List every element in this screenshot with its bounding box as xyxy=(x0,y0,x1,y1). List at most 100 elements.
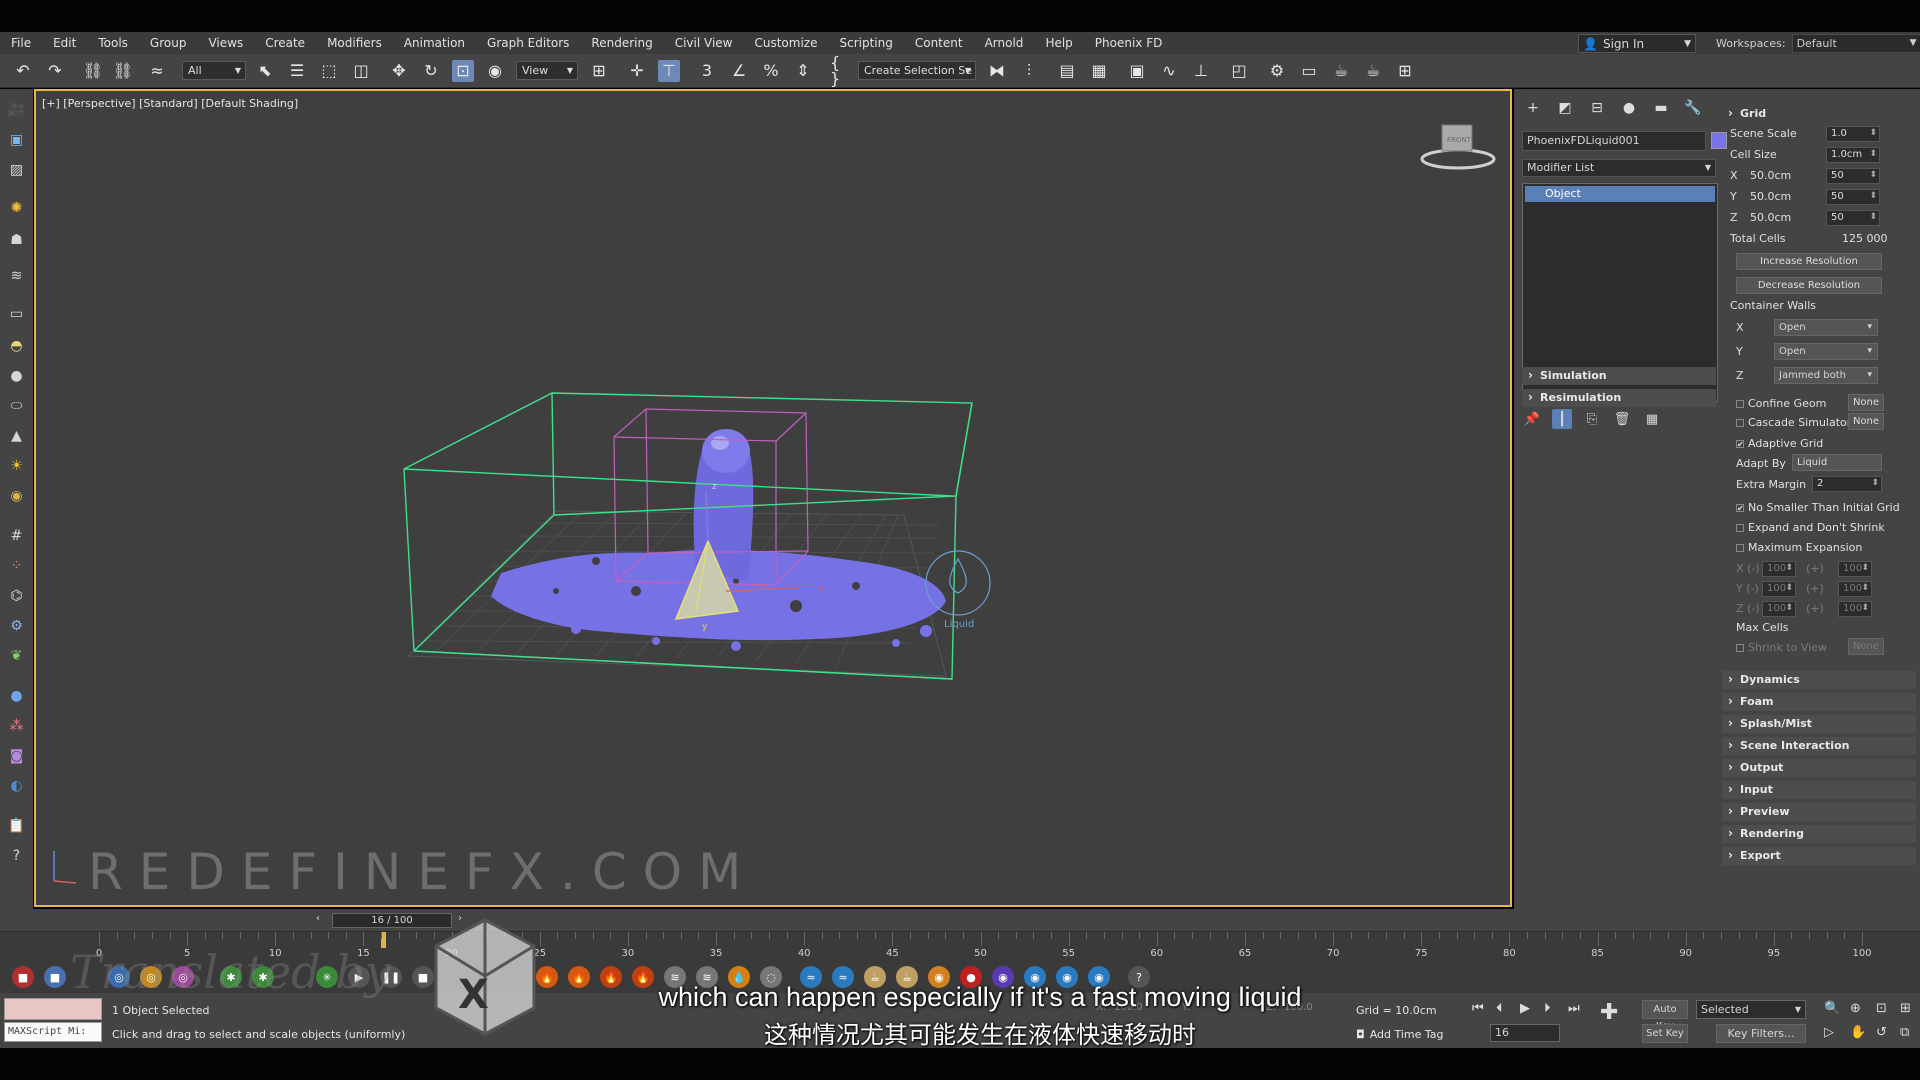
sign-in-button[interactable]: 👤 Sign In ▼ xyxy=(1578,34,1696,53)
curve-editor-icon[interactable]: ∿ xyxy=(1158,60,1180,82)
angle-snap-icon[interactable]: ∠ xyxy=(728,60,750,82)
percent-snap-icon[interactable]: % xyxy=(760,60,782,82)
schematic-view-icon[interactable]: ⊥ xyxy=(1190,60,1212,82)
scene-explorer-icon[interactable]: ▤ xyxy=(1056,60,1078,82)
exp-x-plus-spinner[interactable]: 100 xyxy=(1838,561,1872,577)
workspace-dropdown[interactable]: Default ▼ xyxy=(1791,34,1920,53)
cascade-simulator-checkbox[interactable]: Cascade Simulator xyxy=(1736,416,1851,429)
modifier-list-dropdown[interactable]: Modifier List ▼ xyxy=(1522,159,1716,177)
rollout-input[interactable]: Input xyxy=(1722,780,1916,799)
menu-content[interactable]: Content xyxy=(904,32,974,54)
menu-views[interactable]: Views xyxy=(197,32,254,54)
increase-resolution-button[interactable]: Increase Resolution xyxy=(1736,253,1882,270)
exp-z-plus-spinner[interactable]: 100 xyxy=(1838,601,1872,617)
dome-light-icon[interactable]: ◉ xyxy=(6,485,27,506)
menu-phoenix-fd[interactable]: Phoenix FD xyxy=(1084,32,1174,54)
rectangular-selection-icon[interactable]: ⬚ xyxy=(318,60,340,82)
extra-margin-spinner[interactable]: 2 xyxy=(1812,476,1882,492)
menu-tools[interactable]: Tools xyxy=(87,32,139,54)
redo-icon[interactable]: ↷ xyxy=(44,60,66,82)
exp-y-plus-spinner[interactable]: 100 xyxy=(1838,581,1872,597)
render-arnold-icon[interactable]: ⊞ xyxy=(1394,60,1416,82)
edit-named-selection-icon[interactable]: { } xyxy=(830,55,852,87)
snaps-toggle-icon[interactable]: 3 xyxy=(696,60,718,82)
menu-animation[interactable]: Animation xyxy=(393,32,476,54)
shrink-to-view-checkbox[interactable]: Shrink to View xyxy=(1736,641,1827,654)
adapt-by-button[interactable]: Liquid xyxy=(1792,454,1882,471)
menu-group[interactable]: Group xyxy=(139,32,198,54)
layer-explorer-icon[interactable]: ▦ xyxy=(1088,60,1110,82)
wall-y-dropdown[interactable]: Open xyxy=(1774,343,1878,360)
rollout-preview[interactable]: Preview xyxy=(1722,802,1916,821)
ribbon-icon[interactable]: ▣ xyxy=(1126,60,1148,82)
confine-geom-button[interactable]: None xyxy=(1848,394,1884,411)
scale-icon[interactable]: ⊡ xyxy=(452,60,474,82)
rotate-icon[interactable]: ↻ xyxy=(420,60,442,82)
material-sphere-icon[interactable]: ● xyxy=(6,685,27,706)
rendered-frame-window-icon[interactable]: ▭ xyxy=(1298,60,1320,82)
object-name-field[interactable]: PhoenixFDLiquid001 xyxy=(1522,131,1706,151)
confine-geom-checkbox[interactable]: Confine Geom xyxy=(1736,397,1826,410)
render-iterative-icon[interactable]: ☕ xyxy=(1362,60,1384,82)
env-icon[interactable]: ◐ xyxy=(6,775,27,796)
move-icon[interactable]: ✥ xyxy=(388,60,410,82)
material-editor-icon[interactable]: ◰ xyxy=(1228,60,1250,82)
particles-icon[interactable]: ⁘ xyxy=(6,555,27,576)
pivot-center-icon[interactable]: ⊞ xyxy=(588,60,610,82)
prev-frame-icon[interactable]: ‹ xyxy=(316,913,320,924)
rollout-foam[interactable]: Foam xyxy=(1722,692,1916,711)
make-unique-icon[interactable]: ⎘ xyxy=(1582,409,1602,429)
render-production-icon[interactable]: ☕ xyxy=(1330,60,1352,82)
exp-x-minus-spinner[interactable]: 100 xyxy=(1762,561,1796,577)
decrease-resolution-button[interactable]: Decrease Resolution xyxy=(1736,277,1882,294)
rollout-export[interactable]: Export xyxy=(1722,846,1916,865)
window-crossing-icon[interactable]: ◫ xyxy=(350,60,372,82)
exp-z-minus-spinner[interactable]: 100 xyxy=(1762,601,1796,617)
rollout-output[interactable]: Output xyxy=(1722,758,1916,777)
menu-rendering[interactable]: Rendering xyxy=(580,32,663,54)
menu-file[interactable]: File xyxy=(0,32,42,54)
reference-coordinate-dropdown[interactable]: View ▼ xyxy=(516,61,578,80)
align-icon[interactable]: ⫶ xyxy=(1018,60,1040,82)
spinner-snap-icon[interactable]: ⇕ xyxy=(792,60,814,82)
sun-icon[interactable]: ☀ xyxy=(6,455,27,476)
adaptive-grid-checkbox[interactable]: ✔ Adaptive Grid xyxy=(1736,437,1823,450)
wall-x-dropdown[interactable]: Open xyxy=(1774,319,1878,336)
exp-y-minus-spinner[interactable]: 100 xyxy=(1762,581,1796,597)
spacewarp-icon[interactable]: ≋ xyxy=(6,265,27,286)
viewcube[interactable]: FRONT xyxy=(1416,119,1500,178)
rollout-simulation[interactable]: Simulation xyxy=(1522,366,1716,385)
cell-size-spinner[interactable]: 1.0cm xyxy=(1826,147,1880,163)
menu-help[interactable]: Help xyxy=(1034,32,1083,54)
menu-scripting[interactable]: Scripting xyxy=(828,32,903,54)
wall-z-dropdown[interactable]: Jammed both xyxy=(1774,367,1878,384)
material-multi-icon[interactable]: ⁂ xyxy=(6,715,27,736)
unlink-icon[interactable]: ⛓ xyxy=(112,60,134,82)
undo-icon[interactable]: ↶ xyxy=(12,60,34,82)
scene-scale-spinner[interactable]: 1.0 xyxy=(1826,126,1880,142)
help-icon[interactable]: ? xyxy=(6,845,27,866)
link-icon[interactable]: ⛓ xyxy=(82,60,104,82)
plane-icon[interactable]: ▭ xyxy=(6,303,27,324)
remove-modifier-icon[interactable]: 🗑 xyxy=(1612,409,1632,429)
maximum-expansion-checkbox[interactable]: Maximum Expansion xyxy=(1736,541,1862,554)
rollout-resimulation[interactable]: Resimulation xyxy=(1522,388,1716,407)
node-icon[interactable]: ⌬ xyxy=(6,585,27,606)
bind-space-warp-icon[interactable]: ≈ xyxy=(146,60,168,82)
light-icon[interactable]: ✺ xyxy=(6,197,27,218)
sphere-icon[interactable]: ● xyxy=(6,365,27,386)
image-icon[interactable]: ▨ xyxy=(6,159,27,180)
display-tab-icon[interactable]: ▬ xyxy=(1650,97,1672,119)
menu-civil-view[interactable]: Civil View xyxy=(664,32,744,54)
object-color-swatch[interactable] xyxy=(1711,132,1727,149)
cascade-simulator-button[interactable]: None xyxy=(1848,413,1884,430)
grid-fx-icon[interactable]: # xyxy=(6,525,27,546)
menu-customize[interactable]: Customize xyxy=(743,32,828,54)
configure-modifier-sets-icon[interactable]: ▦ xyxy=(1642,409,1662,429)
manipulate-icon[interactable]: ✛ xyxy=(626,60,648,82)
hierarchy-tab-icon[interactable]: ⊟ xyxy=(1586,97,1608,119)
shrink-to-view-button[interactable]: None xyxy=(1848,638,1884,655)
hemisphere-icon[interactable]: ◓ xyxy=(6,335,27,356)
named-selection-dropdown[interactable]: Create Selection Se ▼ xyxy=(858,61,976,80)
modify-tab-icon[interactable]: ◩ xyxy=(1554,97,1576,119)
